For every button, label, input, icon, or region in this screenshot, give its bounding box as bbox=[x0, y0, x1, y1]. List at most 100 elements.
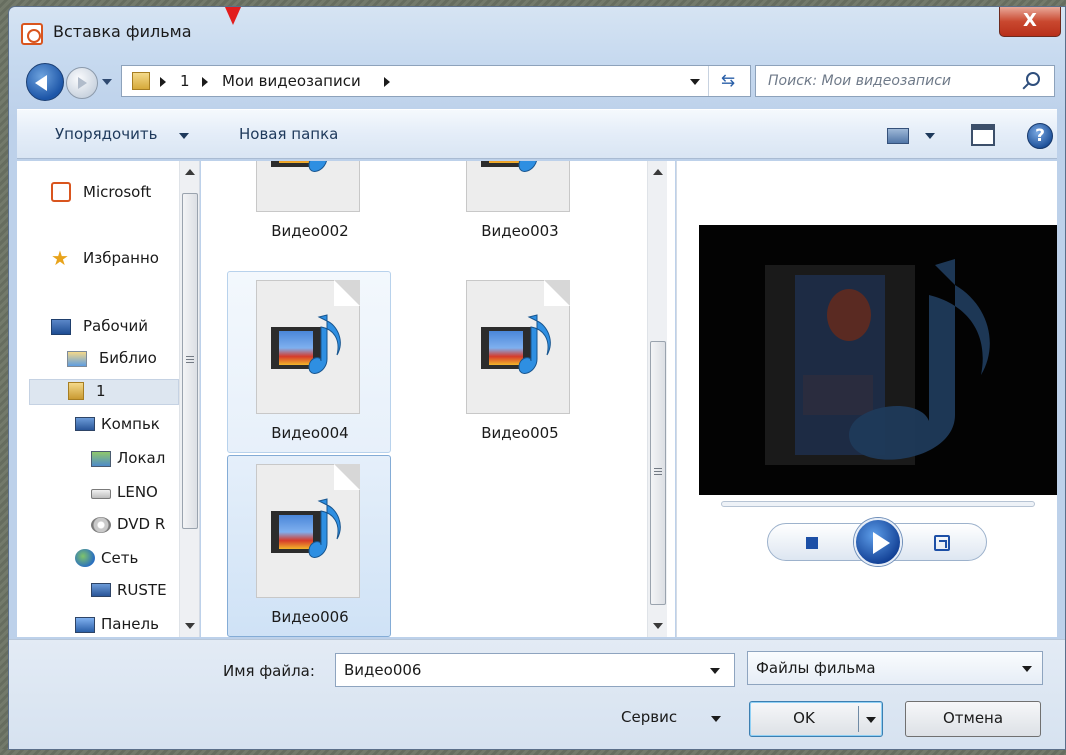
sidebar-item-label: 1 bbox=[96, 382, 106, 400]
dvd-icon bbox=[91, 517, 111, 533]
control-panel-icon bbox=[75, 617, 95, 633]
open-player-icon[interactable] bbox=[934, 535, 950, 551]
sidebar-item-dvd-drive[interactable]: DVD R bbox=[17, 513, 179, 539]
search-placeholder: Поиск: Мои видеозаписи bbox=[768, 73, 951, 89]
breadcrumb-item[interactable]: 1 bbox=[180, 72, 190, 90]
ok-button[interactable]: OK bbox=[749, 701, 883, 737]
sidebar-item-label: Сеть bbox=[101, 549, 139, 567]
view-options-icon[interactable] bbox=[887, 128, 909, 144]
chevron-down-icon[interactable] bbox=[1022, 666, 1032, 672]
scroll-grip bbox=[654, 474, 662, 475]
user-folder-icon bbox=[68, 382, 84, 400]
file-tile[interactable]: Видео004 bbox=[227, 271, 391, 453]
scroll-down-icon[interactable] bbox=[653, 623, 663, 629]
breadcrumb-arrow-icon[interactable] bbox=[384, 77, 390, 87]
video-file-icon bbox=[466, 161, 570, 212]
scroll-grip bbox=[186, 356, 194, 357]
sidebar-item-user-folder[interactable]: 1 bbox=[29, 379, 179, 405]
scroll-down-icon[interactable] bbox=[185, 623, 195, 629]
page-fold bbox=[544, 280, 570, 306]
filename-input[interactable]: Видео006 bbox=[335, 653, 735, 687]
breadcrumb-arrow-icon[interactable] bbox=[202, 77, 208, 87]
address-divider bbox=[708, 66, 709, 96]
sidebar-item-rustem-pc[interactable]: RUSTE bbox=[17, 579, 179, 605]
filetype-select[interactable]: Файлы фильма bbox=[747, 651, 1043, 685]
page-fold bbox=[334, 280, 360, 306]
video-file-icon bbox=[256, 161, 360, 212]
sidebar-item-control-panel[interactable]: Панель bbox=[17, 613, 179, 637]
sidebar-item-network[interactable]: Сеть bbox=[17, 547, 179, 573]
chevron-down-icon[interactable] bbox=[925, 133, 935, 139]
cancel-button[interactable]: Отмена bbox=[905, 701, 1041, 737]
title-bar[interactable]: Вставка фильма X bbox=[9, 7, 1065, 57]
close-button[interactable]: X bbox=[999, 7, 1061, 37]
sidebar-item-computer[interactable]: Компьк bbox=[17, 413, 179, 439]
file-tile[interactable]: Видео005 bbox=[437, 271, 601, 453]
scroll-up-icon[interactable] bbox=[185, 169, 195, 175]
music-note-icon bbox=[308, 498, 341, 558]
chevron-down-icon[interactable] bbox=[866, 717, 876, 723]
back-button[interactable] bbox=[26, 63, 64, 101]
sidebar-item-label: RUSTE bbox=[117, 581, 167, 599]
service-menu[interactable]: Сервис bbox=[621, 708, 677, 726]
breadcrumb-item[interactable]: Мои видеозаписи bbox=[222, 72, 361, 90]
preview-pane bbox=[676, 161, 1057, 637]
address-bar[interactable]: 1 Мои видеозаписи ⇆ bbox=[121, 65, 751, 97]
file-name: Видео003 bbox=[481, 222, 559, 240]
sidebar-item-label: Рабочий bbox=[83, 317, 149, 335]
sidebar-item-local-disk[interactable]: Локал bbox=[17, 447, 179, 473]
star-icon: ★ bbox=[51, 246, 69, 270]
sidebar-item-favorites[interactable]: ★ Избранно bbox=[17, 247, 179, 273]
file-tile[interactable]: Видео002 bbox=[227, 161, 391, 251]
play-icon[interactable] bbox=[854, 518, 902, 566]
scroll-thumb[interactable] bbox=[650, 341, 666, 605]
help-icon[interactable]: ? bbox=[1027, 123, 1053, 149]
sidebar-item-microsoft[interactable]: Microsoft bbox=[17, 181, 179, 207]
files-scrollbar[interactable] bbox=[647, 161, 667, 637]
command-bar: Упорядочить Новая папка ? bbox=[17, 109, 1057, 159]
refresh-icon[interactable]: ⇆ bbox=[716, 70, 740, 92]
video-thumbnail-image bbox=[765, 259, 990, 465]
forward-button[interactable] bbox=[66, 67, 98, 99]
chevron-down-icon[interactable] bbox=[711, 716, 721, 722]
sidebar-item-desktop[interactable]: Рабочий bbox=[17, 315, 179, 341]
chevron-down-icon[interactable] bbox=[179, 133, 189, 139]
preview-pane-icon[interactable] bbox=[971, 124, 995, 146]
seek-bar[interactable] bbox=[721, 501, 1035, 507]
music-note-icon bbox=[308, 161, 327, 172]
file-name: Видео004 bbox=[271, 424, 349, 442]
sidebar-item-label: Панель bbox=[101, 615, 159, 633]
scroll-up-icon[interactable] bbox=[653, 169, 663, 175]
network-icon bbox=[75, 549, 95, 567]
filename-label: Имя файла: bbox=[223, 662, 315, 680]
sidebar-item-label: DVD R bbox=[117, 515, 166, 533]
sidebar-item-lenovo-drive[interactable]: LENO bbox=[17, 481, 179, 507]
recent-pages-dropdown[interactable] bbox=[102, 79, 112, 85]
video-file-icon bbox=[466, 280, 570, 414]
local-disk-icon bbox=[91, 451, 111, 467]
chevron-down-icon[interactable] bbox=[710, 668, 720, 674]
video-preview[interactable] bbox=[699, 225, 1057, 495]
split-divider bbox=[858, 706, 859, 732]
sidebar-item-label: Локал bbox=[117, 449, 166, 467]
video-file-icon bbox=[256, 280, 360, 414]
sidebar-item-libraries[interactable]: Библио bbox=[17, 347, 179, 373]
chevron-down-icon[interactable] bbox=[690, 79, 700, 85]
filetype-value: Файлы фильма bbox=[756, 659, 876, 677]
ok-label: OK bbox=[793, 709, 815, 727]
organize-button[interactable]: Упорядочить bbox=[55, 125, 157, 143]
file-tile[interactable]: Видео003 bbox=[437, 161, 601, 251]
sidebar-item-label: Компьк bbox=[101, 415, 160, 433]
computer-icon bbox=[75, 417, 95, 431]
sidebar-item-label: LENO bbox=[117, 483, 158, 501]
navigation-scrollbar[interactable] bbox=[179, 161, 199, 637]
search-input[interactable]: Поиск: Мои видеозаписи bbox=[755, 65, 1055, 97]
music-note-icon bbox=[518, 314, 551, 374]
scroll-thumb[interactable] bbox=[182, 193, 198, 529]
file-tile[interactable]: Видео006 bbox=[227, 455, 391, 637]
search-icon[interactable] bbox=[1026, 72, 1040, 86]
breadcrumb-arrow-icon[interactable] bbox=[160, 77, 166, 87]
stop-icon[interactable] bbox=[806, 537, 818, 549]
page-fold bbox=[334, 464, 360, 490]
new-folder-button[interactable]: Новая папка bbox=[239, 125, 338, 143]
